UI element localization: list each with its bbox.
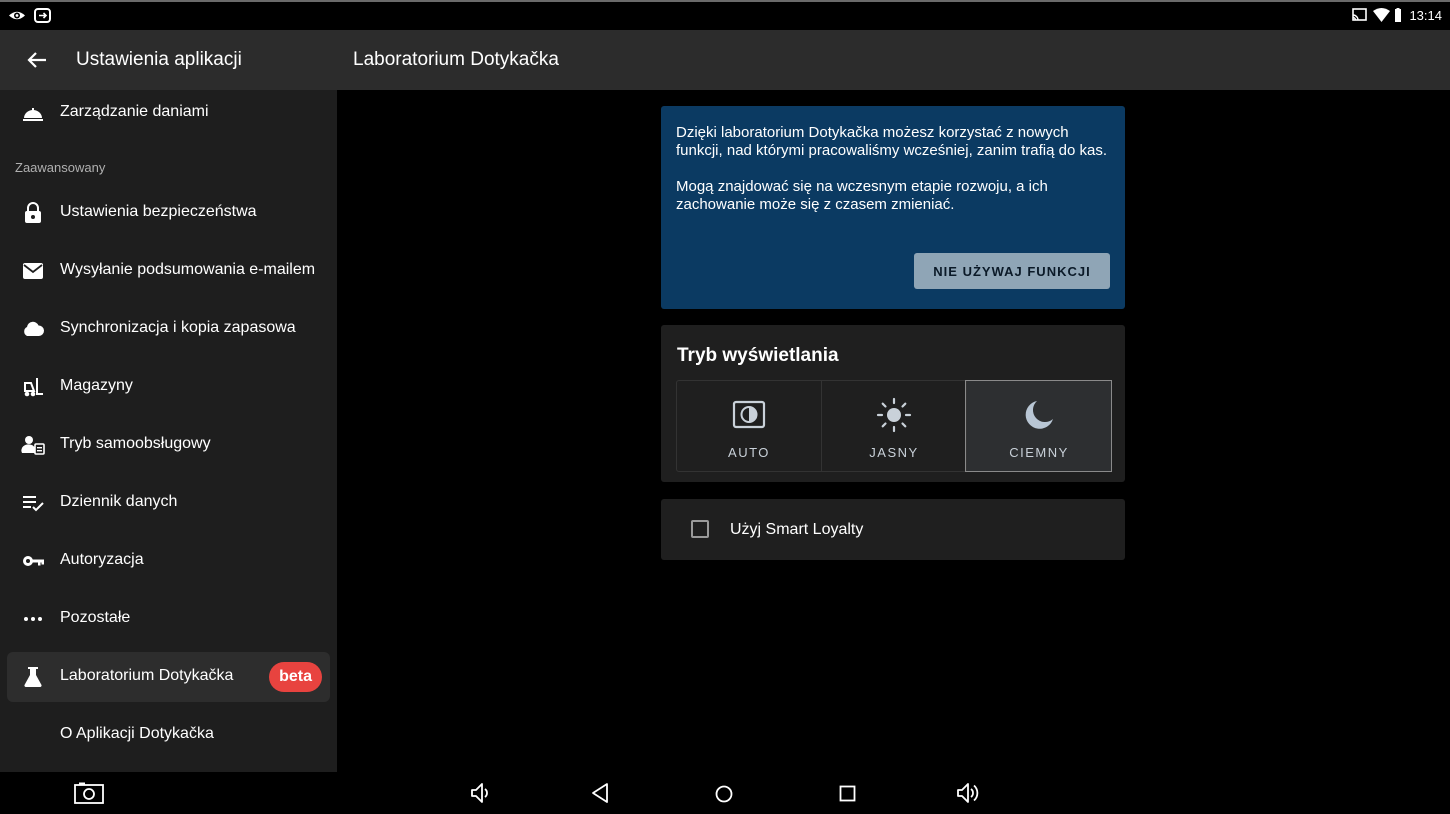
mode-option-auto[interactable]: AUTO [677, 381, 821, 471]
forklift-icon [24, 378, 43, 397]
wifi-icon [1373, 8, 1390, 22]
smart-loyalty-label[interactable]: Użyj Smart Loyalty [730, 521, 863, 539]
sidebar-item-label: Dziennik danych [60, 493, 178, 510]
volume-down-icon[interactable] [470, 782, 492, 804]
page-title: Laboratorium Dotykačka [353, 49, 559, 70]
sidebar-item-others[interactable]: Pozostałe [7, 594, 330, 644]
battery-icon [1395, 8, 1401, 22]
mode-option-dark[interactable]: CIEMNY [965, 380, 1112, 472]
sidebar-item-data-log[interactable]: Dziennik danych [7, 478, 330, 528]
status-bar-edge [0, 0, 1450, 2]
info-paragraph: Dzięki laboratorium Dotykačka możesz kor… [676, 124, 1107, 159]
info-text: Dzięki laboratorium Dotykačka możesz kor… [676, 124, 1116, 214]
sidebar-item-label: O Aplikacji Dotykačka [60, 725, 214, 742]
sidebar-item-authorization[interactable]: Autoryzacja [7, 536, 330, 586]
status-time: 13:14 [1409, 8, 1442, 23]
status-bar: 13:14 [0, 0, 1450, 30]
sidebar-item-label: Wysyłanie podsumowania e-mailem [60, 261, 316, 278]
lock-icon [25, 202, 41, 223]
section-advanced: Zaawansowany [15, 160, 106, 175]
sidebar-item-label: Synchronizacja i kopia zapasowa [60, 319, 296, 336]
sidebar-item-security[interactable]: Ustawienia bezpieczeństwa [7, 188, 330, 238]
display-mode-toggle-group: AUTO JASNY CIEMNY [676, 380, 1112, 472]
info-paragraph: Mogą znajdować się na wczesnym etapie ro… [676, 178, 1048, 213]
sidebar-item-warehouses[interactable]: Magazyny [7, 362, 330, 412]
sidebar-item-email-summary[interactable]: Wysyłanie podsumowania e-mailem [7, 246, 330, 296]
smart-loyalty-checkbox[interactable] [691, 520, 709, 538]
sidebar-item-label: Autoryzacja [60, 551, 144, 568]
volume-up-icon[interactable] [956, 782, 982, 804]
sidebar-item-label: Pozostałe [60, 609, 131, 626]
cloche-icon [23, 108, 43, 121]
beta-badge: beta [269, 662, 322, 692]
checklist-icon [23, 496, 44, 512]
back-arrow-icon[interactable] [24, 48, 50, 72]
recents-icon[interactable] [837, 782, 859, 804]
kiosk-user-icon [21, 436, 45, 455]
settings-sidebar: Ustawienia aplikacji Zarządzanie daniami… [0, 30, 337, 772]
disable-features-button[interactable]: NIE UŻYWAJ FUNKCJI [914, 253, 1110, 289]
mode-option-label: AUTO [728, 445, 770, 460]
email-icon [23, 263, 43, 279]
display-mode-card: Tryb wyświetlania AUTO JASNY CIEMNY [661, 325, 1125, 482]
flask-icon [24, 667, 42, 688]
sidebar-item-label: Magazyny [60, 377, 133, 394]
mode-option-label: CIEMNY [1009, 445, 1069, 460]
sun-icon [876, 397, 912, 433]
eye-icon [9, 11, 25, 20]
more-dots-icon [24, 617, 42, 621]
back-icon[interactable] [590, 782, 610, 804]
sidebar-item-laboratory[interactable]: Laboratorium Dotykačka beta [7, 652, 330, 702]
home-icon[interactable] [713, 782, 735, 804]
sidebar-item-about[interactable]: O Aplikacji Dotykačka [7, 710, 330, 760]
display-mode-title: Tryb wyświetlania [677, 345, 839, 366]
sidebar-item-label: Zarządzanie daniami [60, 103, 209, 120]
system-nav-bar [0, 772, 1450, 814]
sidebar-item-dish-management[interactable]: Zarządzanie daniami [7, 88, 330, 138]
mode-option-light[interactable]: JASNY [821, 381, 966, 471]
sidebar-header: Ustawienia aplikacji [0, 30, 337, 90]
laboratory-info-card: Dzięki laboratorium Dotykačka możesz kor… [661, 106, 1125, 309]
screen-share-icon [34, 8, 51, 23]
cast-icon [1352, 8, 1367, 21]
moon-icon [1025, 401, 1053, 429]
sidebar-item-sync-backup[interactable]: Synchronizacja i kopia zapasowa [7, 304, 330, 354]
key-icon [23, 556, 44, 566]
sidebar-item-label: Tryb samoobsługowy [60, 435, 211, 452]
main-header: Laboratorium Dotykačka [337, 30, 1450, 90]
brightness-auto-icon [732, 400, 766, 429]
sidebar-item-label: Ustawienia bezpieczeństwa [60, 203, 257, 220]
smart-loyalty-card: Użyj Smart Loyalty [661, 499, 1125, 560]
sidebar-item-label: Laboratorium Dotykačka [60, 667, 234, 684]
screenshot-icon[interactable] [74, 782, 104, 804]
mode-option-label: JASNY [869, 445, 919, 460]
sidebar-title: Ustawienia aplikacji [76, 49, 242, 70]
cloud-icon [24, 321, 45, 336]
sidebar-item-self-service[interactable]: Tryb samoobsługowy [7, 420, 330, 470]
